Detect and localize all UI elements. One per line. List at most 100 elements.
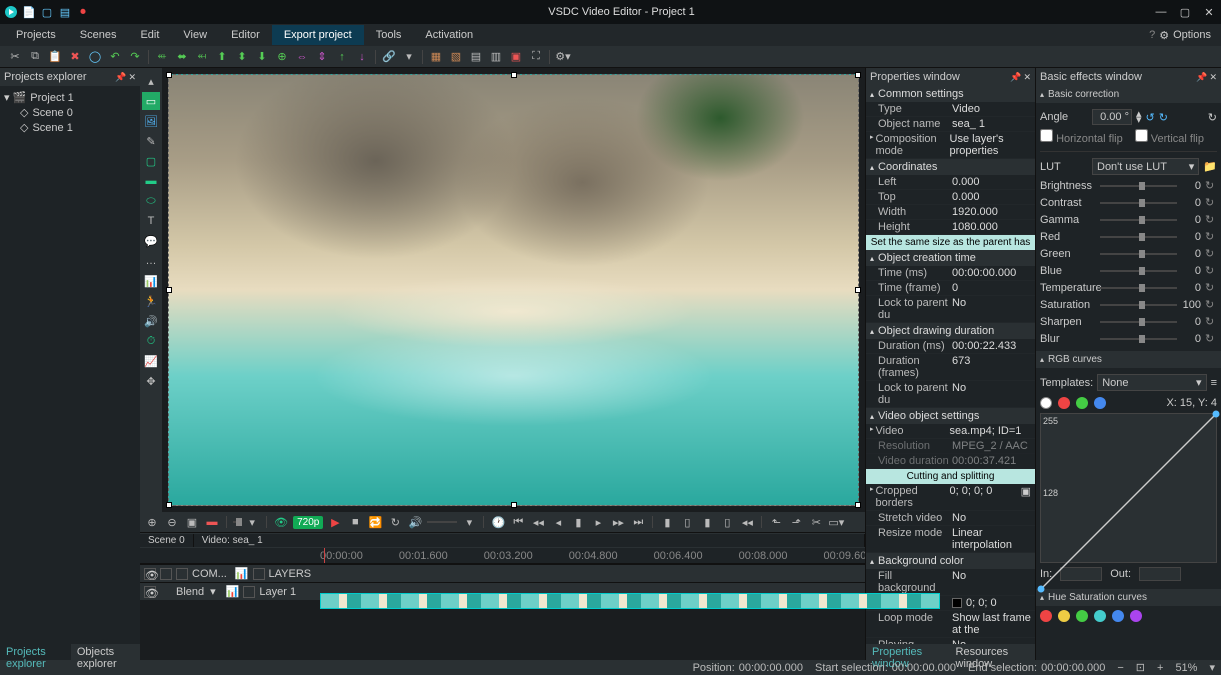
shape-icon[interactable]: ▢: [142, 152, 160, 170]
distribute-h-icon[interactable]: ⇔: [293, 48, 311, 66]
zoom-out-icon[interactable]: −: [1117, 662, 1123, 674]
center-icon[interactable]: ⊕: [273, 48, 291, 66]
align-center-h-icon[interactable]: ⬌: [173, 48, 191, 66]
paste-icon[interactable]: 📋: [46, 48, 64, 66]
pause-icon[interactable]: ▮: [570, 514, 586, 530]
rotate-cw-icon[interactable]: ↻: [1159, 111, 1168, 124]
preview-resolution[interactable]: 720p: [293, 516, 323, 529]
pin-icon[interactable]: 📌: [1010, 72, 1021, 83]
redo-icon[interactable]: ↷: [126, 48, 144, 66]
layer-name[interactable]: Layer 1: [259, 586, 296, 598]
resize-handle[interactable]: [855, 502, 861, 508]
zoom-dropdown-icon[interactable]: ▾: [244, 514, 260, 530]
gear-icon[interactable]: ⚙: [1159, 29, 1169, 42]
arrow-up-icon[interactable]: ↑: [333, 48, 351, 66]
clip-dropdown-icon[interactable]: ▭▾: [828, 514, 844, 530]
copy-icon[interactable]: ⧉: [26, 48, 44, 66]
preview-canvas[interactable]: [168, 74, 859, 506]
pin-icon[interactable]: 📌: [1196, 72, 1207, 83]
layer-delete-icon[interactable]: ▬: [204, 514, 220, 530]
tree-scene[interactable]: ◇ Scene 1: [20, 120, 136, 135]
section-rgb-curves[interactable]: RGB curves: [1036, 351, 1221, 368]
pointer-icon[interactable]: ▴: [142, 72, 160, 90]
settings-dropdown-icon[interactable]: ⚙▾: [554, 48, 572, 66]
undo-icon[interactable]: ↶: [106, 48, 124, 66]
reset-icon[interactable]: ↻: [1205, 213, 1217, 226]
tab-properties-window[interactable]: Properties window: [866, 644, 950, 660]
blur-slider[interactable]: [1100, 338, 1177, 340]
help-icon[interactable]: ?: [1149, 29, 1155, 41]
panel-close-icon[interactable]: ✕: [1023, 72, 1031, 83]
resize-handle[interactable]: [855, 72, 861, 78]
chart-icon[interactable]: 📊: [142, 272, 160, 290]
align-left-icon[interactable]: ⬴: [153, 48, 171, 66]
preview-toggle-icon[interactable]: 👁: [273, 514, 289, 530]
new-icon[interactable]: 📄: [22, 5, 36, 19]
zoom-dropdown-icon[interactable]: ▾: [1209, 661, 1215, 674]
reset-icon[interactable]: ↻: [1205, 298, 1217, 311]
image-icon[interactable]: 🖼: [142, 112, 160, 130]
reset-icon[interactable]: ↻: [1205, 196, 1217, 209]
section-basic-correction[interactable]: Basic correction: [1036, 86, 1221, 103]
move-icon[interactable]: ✥: [142, 372, 160, 390]
stop-icon[interactable]: ■: [347, 514, 363, 530]
hue-magenta[interactable]: [1130, 610, 1142, 622]
options-link[interactable]: Options: [1173, 29, 1211, 41]
tab-resources-window[interactable]: Resources window: [950, 644, 1035, 660]
align-top-icon[interactable]: ⬆: [213, 48, 231, 66]
step-fwd-icon[interactable]: ▸▸: [610, 514, 626, 530]
track-visible-icon[interactable]: 👁: [144, 568, 156, 580]
align-bottom-icon[interactable]: ⬇: [253, 48, 271, 66]
delete-icon[interactable]: ✖: [66, 48, 84, 66]
menu-export-project[interactable]: Export project: [272, 25, 364, 45]
lut-select[interactable]: Don't use LUT▾: [1092, 158, 1199, 175]
section-background-color[interactable]: Background color: [866, 553, 1035, 569]
hue-cyan[interactable]: [1094, 610, 1106, 622]
blend-label[interactable]: Blend: [176, 586, 204, 598]
expand-icon[interactable]: ⛶: [527, 48, 545, 66]
prev-frame-icon[interactable]: ◂◂: [530, 514, 546, 530]
zoom-in-icon[interactable]: +: [1157, 662, 1163, 674]
track-mute-icon[interactable]: [176, 568, 188, 580]
menu-edit[interactable]: Edit: [128, 25, 171, 45]
tab-objects-explorer[interactable]: Objects explorer: [71, 644, 140, 660]
subtitle-icon[interactable]: …: [142, 252, 160, 270]
tooltip-icon[interactable]: 💬: [142, 232, 160, 250]
pen-icon[interactable]: ✎: [142, 132, 160, 150]
resize-handle[interactable]: [166, 502, 172, 508]
circle-tool-icon[interactable]: ◯: [86, 48, 104, 66]
align-middle-icon[interactable]: ⬍: [233, 48, 251, 66]
cut-clip-icon[interactable]: ✂: [808, 514, 824, 530]
tree-root[interactable]: ▾ 🎬 Project 1: [4, 90, 136, 105]
marker1-icon[interactable]: ▮: [659, 514, 675, 530]
reset-icon[interactable]: ↻: [1205, 230, 1217, 243]
link-icon[interactable]: 🔗: [380, 48, 398, 66]
brightness-slider[interactable]: [1100, 185, 1177, 187]
marker2-icon[interactable]: ▯: [679, 514, 695, 530]
reset-icon[interactable]: ↻: [1205, 281, 1217, 294]
temperature-slider[interactable]: [1100, 287, 1177, 289]
record-icon[interactable]: ⏺: [76, 5, 90, 19]
hue-yellow[interactable]: [1058, 610, 1070, 622]
vertical-flip-checkbox[interactable]: Vertical flip: [1135, 129, 1204, 145]
hue-blue[interactable]: [1112, 610, 1124, 622]
menu-scenes[interactable]: Scenes: [68, 25, 129, 45]
skip-end-icon[interactable]: ⏭: [630, 514, 646, 530]
play-icon[interactable]: ▶: [327, 514, 343, 530]
add-layer-icon[interactable]: ⊕: [144, 514, 160, 530]
skip-start-icon[interactable]: ⏮: [510, 514, 526, 530]
audio-icon[interactable]: 🔊: [142, 312, 160, 330]
rgb-channel-blue[interactable]: [1094, 397, 1106, 409]
menu-editor[interactable]: Editor: [219, 25, 272, 45]
panel-close-icon[interactable]: ✕: [128, 72, 136, 83]
scene-tab[interactable]: Scene 0: [140, 534, 194, 547]
cutting-splitting-button[interactable]: Cutting and splitting: [866, 469, 1035, 484]
rect-icon[interactable]: ▬: [142, 172, 160, 190]
clock-icon[interactable]: 🕐: [490, 514, 506, 530]
cut-icon[interactable]: ✂: [6, 48, 24, 66]
resize-handle[interactable]: [511, 502, 517, 508]
crop-icon[interactable]: ▣: [507, 48, 525, 66]
rotate-ccw-icon[interactable]: ↺: [1146, 111, 1155, 124]
layout-icon[interactable]: ▥: [487, 48, 505, 66]
ellipse-icon[interactable]: ⬭: [142, 192, 160, 210]
